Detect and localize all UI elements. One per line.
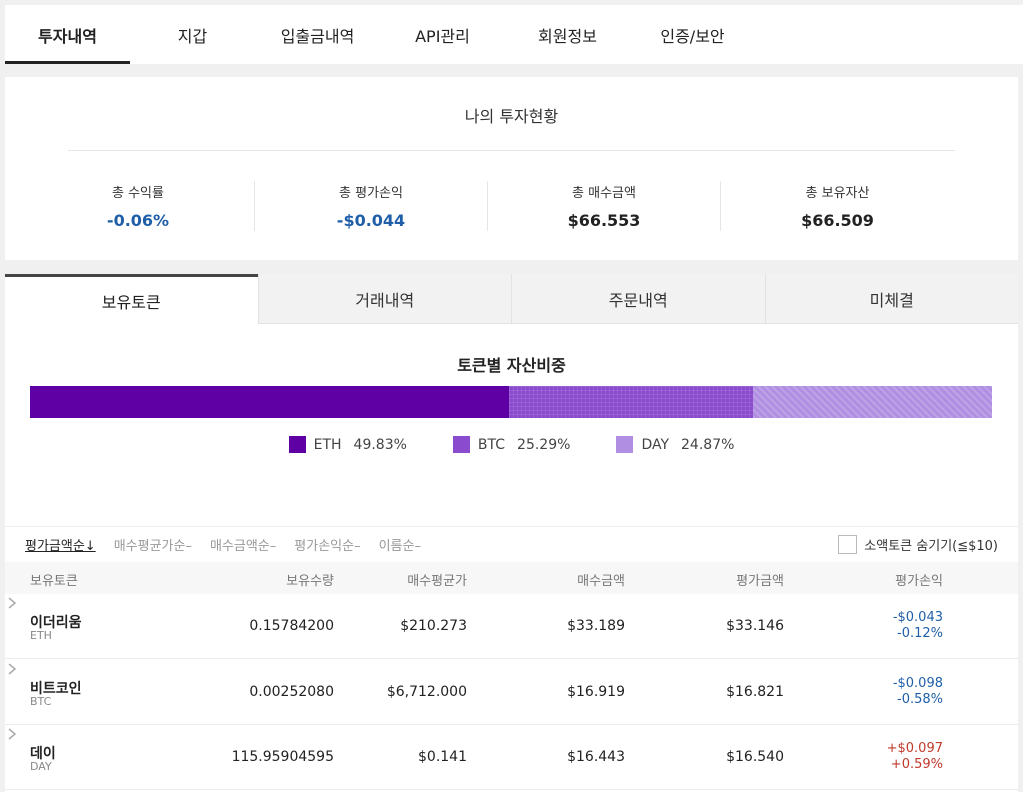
allocation-segment-day: [752, 386, 992, 418]
table-row[interactable]: 데이 DAY 115.95904595 $0.141 $16.443 $16.5…: [5, 725, 1018, 790]
tab-holdings[interactable]: 보유토큰: [5, 274, 258, 324]
sub-tabs: 보유토큰 거래내역 주문내역 미체결: [5, 274, 1018, 324]
stat-label: 총 보유자산: [805, 186, 870, 201]
sort-eval-pl[interactable]: 평가손익순–: [294, 535, 360, 554]
holdings-panel: 보유토큰 거래내역 주문내역 미체결 토큰별 자산비중 ETH 49.83% B…: [5, 274, 1018, 792]
legend-name: ETH: [313, 436, 342, 453]
token-eval-amount: $16.540: [726, 749, 784, 765]
tab-deposit-withdrawal[interactable]: 입출금내역: [255, 5, 380, 64]
stat-value: -0.06%: [106, 211, 170, 230]
token-buy-amount: $33.189: [567, 618, 625, 634]
token-avg-price: $6,712.000: [386, 684, 467, 700]
top-navigation: 투자내역 지갑 입출금내역 API관리 회원정보 인증/보안: [5, 5, 1023, 64]
sort-name[interactable]: 이름순–: [379, 535, 421, 554]
sort-bar: 평가금액순↓ 매수평균가순– 매수금액순– 평가손익순– 이름순– 소액토큰 숨…: [5, 526, 1018, 562]
stat-total-assets: 총 보유자산 $66.509: [721, 181, 954, 231]
tab-investment-history[interactable]: 투자내역: [5, 5, 130, 64]
legend-name: BTC: [477, 436, 506, 453]
header-buy-amount: 매수금액: [577, 574, 625, 589]
token-pl-rate: +0.59%: [890, 757, 943, 772]
token-symbol: ETH: [30, 629, 52, 642]
token-buy-amount: $16.919: [567, 684, 625, 700]
summary-divider: [68, 150, 955, 151]
table-row[interactable]: 이더리움 ETH 0.15784200 $210.273 $33.189 $33…: [5, 594, 1018, 659]
sort-buy-amount[interactable]: 매수금액순–: [210, 535, 276, 554]
hide-small-tokens-label: 소액토큰 숨기기(≦$10): [864, 539, 998, 554]
header-eval-pl: 평가손익: [895, 574, 943, 589]
legend-item-day: DAY 24.87%: [616, 436, 734, 453]
token-pl-rate: -0.58%: [897, 692, 943, 707]
legend-item-eth: ETH 49.83%: [288, 436, 407, 453]
legend-item-btc: BTC 25.29%: [452, 436, 571, 453]
header-quantity: 보유수량: [286, 574, 334, 589]
sort-eval-amount[interactable]: 평가금액순↓: [25, 535, 96, 554]
sort-avg-price[interactable]: 매수평균가순–: [114, 535, 192, 554]
table-header: 보유토큰 보유수량 매수평균가 매수금액 평가금액 평가손익: [5, 562, 1018, 594]
legend-percent: 49.83%: [353, 436, 407, 453]
tab-member-info[interactable]: 회원정보: [505, 5, 630, 64]
token-pl-amount: -$0.043: [892, 610, 943, 625]
token-quantity: 115.95904595: [231, 749, 334, 765]
allocation-bar: [30, 386, 992, 418]
header-token: 보유토큰: [30, 574, 78, 589]
hide-small-tokens-toggle[interactable]: 소액토큰 숨기기(≦$10): [838, 535, 998, 554]
investment-summary-card: 나의 투자현황 총 수익률 -0.06% 총 평가손익 -$0.044 총 매수…: [5, 77, 1018, 260]
allocation-title: 토큰별 자산비중: [457, 356, 566, 375]
token-avg-price: $210.273: [400, 618, 467, 634]
allocation-segment-eth: [30, 386, 510, 418]
tab-wallet[interactable]: 지갑: [130, 5, 255, 64]
chevron-right-icon[interactable]: [5, 660, 19, 678]
legend-swatch: [288, 436, 306, 453]
token-symbol: BTC: [30, 695, 52, 708]
stat-total-return-rate: 총 수익률 -0.06%: [22, 181, 255, 231]
chevron-right-icon[interactable]: [5, 594, 19, 612]
legend-swatch: [616, 436, 634, 453]
chevron-right-icon[interactable]: [5, 725, 19, 743]
table-row[interactable]: 비트코인 BTC 0.00252080 $6,712.000 $16.919 $…: [5, 660, 1018, 725]
legend-swatch: [452, 436, 470, 453]
sort-options: 평가금액순↓ 매수평균가순– 매수금액순– 평가손익순– 이름순–: [25, 535, 439, 554]
token-avg-price: $0.141: [418, 749, 467, 765]
token-eval-amount: $33.146: [726, 618, 784, 634]
token-quantity: 0.15784200: [249, 618, 334, 634]
summary-title: 나의 투자현황: [464, 107, 559, 126]
tab-auth-security[interactable]: 인증/보안: [630, 5, 755, 64]
stat-value: $66.553: [567, 211, 641, 230]
tab-unfilled-orders[interactable]: 미체결: [764, 274, 1018, 324]
legend-name: DAY: [641, 436, 670, 453]
stat-total-eval-pl: 총 평가손익 -$0.044: [255, 181, 488, 231]
token-pl-amount: -$0.098: [892, 676, 943, 691]
stat-label: 총 매수금액: [572, 186, 636, 201]
token-eval-amount: $16.821: [726, 684, 784, 700]
header-avg-price: 매수평균가: [407, 574, 467, 589]
stat-value: $66.509: [801, 211, 874, 230]
tab-api-management[interactable]: API관리: [380, 5, 505, 64]
hide-small-tokens-checkbox[interactable]: [838, 535, 858, 554]
tab-order-history[interactable]: 주문내역: [511, 274, 765, 324]
token-buy-amount: $16.443: [567, 749, 625, 765]
allocation-legend: ETH 49.83% BTC 25.29% DAY 24.87%: [5, 436, 1018, 453]
stat-total-buy-amount: 총 매수금액 $66.553: [488, 181, 721, 231]
token-pl-rate: -0.12%: [897, 626, 943, 641]
legend-percent: 24.87%: [681, 436, 735, 453]
token-pl-amount: +$0.097: [886, 741, 943, 756]
header-eval-amount: 평가금액: [736, 574, 784, 589]
tab-trade-history[interactable]: 거래내역: [257, 274, 511, 324]
legend-percent: 25.29%: [517, 436, 571, 453]
allocation-segment-btc: [509, 386, 753, 418]
stat-value: -$0.044: [336, 211, 406, 230]
stat-label: 총 평가손익: [339, 186, 403, 201]
summary-stats: 총 수익률 -0.06% 총 평가손익 -$0.044 총 매수금액 $66.5…: [22, 181, 954, 231]
stat-label: 총 수익률: [112, 186, 164, 201]
token-quantity: 0.00252080: [249, 684, 334, 700]
token-symbol: DAY: [30, 760, 52, 773]
